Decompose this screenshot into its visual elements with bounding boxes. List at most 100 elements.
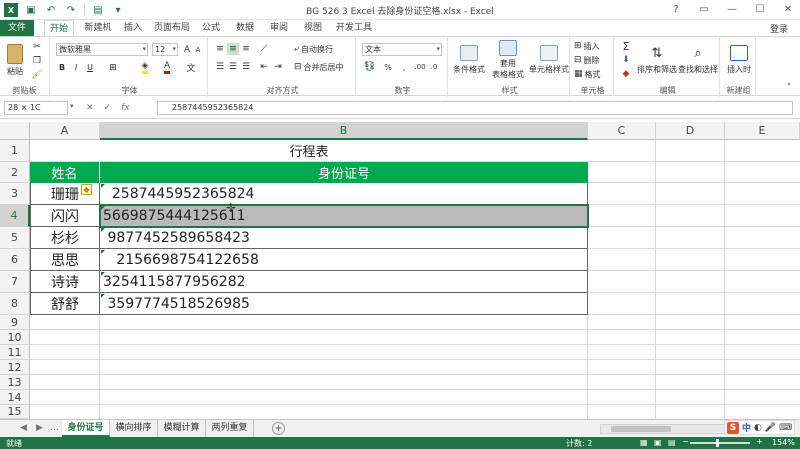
keyboard-icon[interactable]: ⌨ bbox=[779, 423, 792, 433]
column-header-a[interactable]: A bbox=[30, 122, 100, 140]
prev-sheet-icon[interactable]: ◀ bbox=[20, 423, 27, 433]
header-name[interactable]: 姓名 bbox=[30, 162, 100, 183]
insert-function-icon[interactable]: fx bbox=[121, 103, 130, 113]
tab-insert[interactable]: 插入 bbox=[118, 20, 148, 36]
tab-home[interactable]: 开始 bbox=[44, 20, 74, 36]
bold-button[interactable]: B bbox=[56, 61, 68, 74]
zoom-slider[interactable] bbox=[690, 439, 750, 447]
percent-button[interactable]: % bbox=[382, 61, 394, 73]
add-sheet-button[interactable]: + bbox=[272, 422, 285, 435]
name-box[interactable]: 28 × 1C bbox=[4, 101, 68, 115]
page-layout-view-icon[interactable]: ▣ bbox=[654, 438, 662, 447]
sheet-tab-horizontal-sort[interactable]: 横向排序 bbox=[110, 420, 158, 437]
collapse-ribbon-icon[interactable]: ˄ bbox=[784, 83, 794, 93]
ribbon-display-icon[interactable]: ▭ bbox=[696, 2, 712, 16]
microphone-icon[interactable]: 🎤 bbox=[765, 423, 776, 433]
conditional-format-button[interactable]: 条件格式 bbox=[452, 40, 486, 80]
underline-button[interactable]: U bbox=[84, 61, 96, 74]
chevron-down-icon[interactable]: ▾ bbox=[70, 102, 74, 110]
increase-indent-icon[interactable]: ⇥ bbox=[272, 61, 284, 73]
close-icon[interactable]: ✕ bbox=[780, 2, 796, 16]
number-format-select[interactable]: 文本 ▾ bbox=[362, 43, 442, 56]
tab-review[interactable]: 审阅 bbox=[264, 20, 294, 36]
normal-view-icon[interactable]: ▦ bbox=[640, 438, 648, 447]
tab-file[interactable]: 文件 bbox=[0, 20, 34, 36]
decrease-indent-icon[interactable]: ⇤ bbox=[258, 61, 270, 73]
login-link[interactable]: 登录 bbox=[770, 22, 788, 35]
zoom-slider-knob[interactable] bbox=[715, 439, 719, 447]
font-name-select[interactable]: 微软雅黑 ▾ bbox=[56, 43, 148, 56]
align-middle-icon[interactable]: ≡ bbox=[227, 43, 239, 55]
minimize-icon[interactable]: — bbox=[724, 2, 740, 16]
sort-filter-button[interactable]: ⇅ 排序和筛选 bbox=[637, 40, 677, 80]
select-all-corner[interactable] bbox=[0, 122, 30, 140]
currency-icon[interactable]: 💱 bbox=[362, 61, 378, 73]
autosum-icon[interactable]: Σ bbox=[618, 40, 634, 53]
enter-icon[interactable]: ✓ bbox=[104, 103, 112, 113]
row-header[interactable]: 3 bbox=[0, 183, 30, 205]
cut-icon[interactable]: ✂ bbox=[30, 41, 44, 53]
align-center-icon[interactable]: ☰ bbox=[227, 61, 239, 73]
tab-data[interactable]: 数据 bbox=[230, 20, 260, 36]
row-header[interactable]: 10 bbox=[0, 330, 30, 345]
paste-button[interactable]: 粘贴 bbox=[4, 41, 26, 79]
row-header[interactable]: 2 bbox=[0, 162, 30, 183]
row-header[interactable]: 12 bbox=[0, 360, 30, 375]
tab-formulas[interactable]: 公式 bbox=[196, 20, 226, 36]
wrap-text-button[interactable]: ⤶ 自动换行 bbox=[294, 43, 350, 55]
tab-page-layout[interactable]: 页面布局 bbox=[152, 20, 192, 36]
tab-view[interactable]: 视图 bbox=[298, 20, 328, 36]
cell-styles-button[interactable]: 单元格样式 bbox=[529, 40, 569, 80]
page-break-view-icon[interactable]: ▤ bbox=[668, 438, 676, 447]
delete-cells-button[interactable]: ⊟ 删除 bbox=[574, 54, 612, 66]
maximize-icon[interactable]: ☐ bbox=[752, 2, 768, 16]
row-header[interactable]: 6 bbox=[0, 249, 30, 271]
insert-time-button[interactable]: 插入时 bbox=[724, 40, 754, 80]
zoom-in-icon[interactable]: + bbox=[756, 437, 763, 446]
align-right-icon[interactable]: ☰ bbox=[240, 61, 252, 73]
error-check-icon[interactable]: ◆ bbox=[81, 184, 92, 195]
align-left-icon[interactable]: ☰ bbox=[214, 61, 226, 73]
tab-developer[interactable]: 开发工具 bbox=[332, 20, 376, 36]
row-header[interactable]: 9 bbox=[0, 315, 30, 330]
help-icon[interactable]: ? bbox=[668, 2, 684, 16]
clear-icon[interactable]: ◆ bbox=[618, 68, 634, 80]
phonetic-icon[interactable]: 文 bbox=[182, 61, 200, 74]
scroll-thumb[interactable] bbox=[611, 426, 671, 432]
zoom-out-icon[interactable]: − bbox=[682, 437, 689, 446]
next-sheet-icon[interactable]: ▶ bbox=[36, 423, 43, 433]
font-color-icon[interactable]: A bbox=[158, 61, 176, 74]
decrease-decimal-icon[interactable]: .0 bbox=[428, 61, 440, 73]
row-header[interactable]: 8 bbox=[0, 293, 30, 315]
italic-button[interactable]: I bbox=[70, 61, 82, 74]
align-bottom-icon[interactable]: ≡ bbox=[240, 43, 252, 55]
sheet-tab-duplicates[interactable]: 两列重复 bbox=[206, 420, 254, 437]
formula-input[interactable]: 2587445952365824 bbox=[157, 101, 793, 115]
column-header-b[interactable]: B bbox=[100, 122, 588, 140]
row-header[interactable]: 7 bbox=[0, 271, 30, 293]
increase-decimal-icon[interactable]: .00 bbox=[414, 61, 426, 73]
spreadsheet-grid[interactable]: A B C D E 1 2 3 4 5 6 7 8 9 10 11 12 13 … bbox=[0, 122, 800, 419]
borders-icon[interactable]: ⊞ bbox=[104, 61, 122, 74]
column-header-c[interactable]: C bbox=[588, 122, 656, 140]
tab-new-machine[interactable]: 新建机 bbox=[78, 20, 118, 36]
column-header-e[interactable]: E bbox=[725, 122, 800, 140]
ime-lang[interactable]: 中 bbox=[742, 421, 751, 434]
row-header[interactable]: 5 bbox=[0, 227, 30, 249]
orientation-icon[interactable]: ⟋ bbox=[258, 43, 270, 55]
more-sheets-icon[interactable]: … bbox=[50, 423, 59, 433]
header-id[interactable]: 身份证号 bbox=[100, 162, 588, 183]
fill-color-icon[interactable]: ◈ bbox=[136, 61, 154, 74]
format-cells-button[interactable]: ▦ 格式 bbox=[574, 68, 612, 80]
comma-button[interactable]: , bbox=[398, 61, 410, 73]
sheet-tab-id[interactable]: 身份证号 bbox=[62, 420, 110, 437]
format-painter-icon[interactable]: 🖌 bbox=[30, 69, 44, 81]
format-as-table-button[interactable]: 套用 表格格式 bbox=[490, 40, 526, 80]
copy-icon[interactable]: ❐ bbox=[30, 55, 44, 67]
increase-font-icon[interactable]: A bbox=[182, 43, 192, 56]
row-header[interactable]: 15 bbox=[0, 405, 30, 419]
align-top-icon[interactable]: ≡ bbox=[214, 43, 226, 55]
row-header[interactable]: 11 bbox=[0, 345, 30, 360]
sheet-title[interactable]: 行程表 bbox=[30, 140, 588, 161]
fill-icon[interactable]: ⬇ bbox=[618, 54, 634, 66]
